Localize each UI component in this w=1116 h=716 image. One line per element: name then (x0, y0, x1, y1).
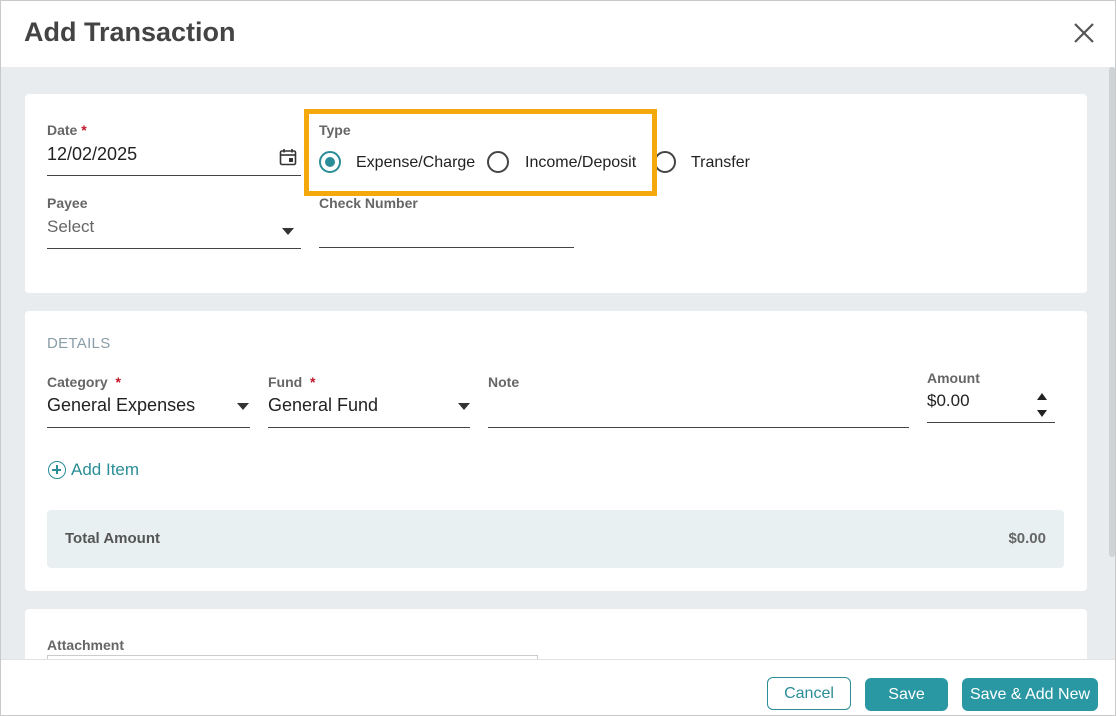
attachment-label: Attachment (47, 637, 125, 653)
type-label: Type (319, 122, 351, 138)
radio-expense-charge[interactable] (319, 151, 341, 173)
number-spinner-icon[interactable] (1035, 391, 1049, 421)
cancel-button[interactable]: Cancel (767, 677, 851, 710)
payee-label: Payee (47, 195, 88, 211)
save-and-add-new-button[interactable]: Save & Add New (962, 678, 1098, 711)
fund-underline (268, 427, 470, 428)
check-number-label: Check Number (319, 195, 418, 211)
scrollbar[interactable] (1109, 67, 1115, 557)
check-number-input[interactable] (319, 217, 574, 243)
transaction-info-card (25, 94, 1087, 293)
required-mark: * (115, 374, 121, 390)
required-mark: * (81, 122, 87, 138)
save-button[interactable]: Save (865, 678, 948, 711)
dialog-title: Add Transaction (24, 17, 236, 47)
dialog-header: Add Transaction (1, 1, 1115, 67)
date-underline (47, 175, 301, 176)
category-label: Category * (47, 374, 121, 390)
total-amount-label: Total Amount (65, 530, 160, 547)
note-underline (488, 427, 909, 428)
total-amount-value: $0.00 (1008, 530, 1046, 547)
fund-label-text: Fund (268, 374, 303, 390)
calendar-icon[interactable] (279, 148, 297, 166)
amount-label: Amount (927, 370, 980, 386)
payee-select[interactable]: Select (47, 217, 94, 237)
note-input[interactable] (488, 395, 909, 421)
category-label-text: Category (47, 374, 108, 390)
date-label: Date * (47, 122, 87, 138)
plus-circle-icon (48, 461, 66, 479)
total-amount-bar: Total Amount $0.00 (47, 510, 1064, 568)
category-select[interactable]: General Expenses (47, 395, 195, 416)
add-item-label: Add Item (71, 460, 140, 479)
amount-underline (927, 422, 1055, 423)
date-label-text: Date (47, 122, 78, 138)
radio-income-deposit[interactable] (487, 151, 509, 173)
required-mark: * (310, 374, 316, 390)
details-section-title: DETAILS (47, 335, 111, 352)
payee-underline (47, 248, 301, 249)
fund-select[interactable]: General Fund (268, 395, 378, 416)
amount-input[interactable]: $0.00 (927, 391, 970, 411)
date-input[interactable]: 12/02/2025 (47, 144, 137, 165)
chevron-down-icon[interactable] (458, 403, 470, 410)
note-label: Note (488, 374, 520, 390)
add-transaction-dialog: Add Transaction Date * 12/02/2025 Type E… (0, 0, 1116, 716)
chevron-down-icon[interactable] (282, 228, 294, 235)
chevron-down-icon[interactable] (237, 403, 249, 410)
fund-label: Fund * (268, 374, 315, 390)
check-number-underline (319, 247, 574, 248)
close-icon[interactable] (1071, 20, 1097, 46)
category-underline (47, 427, 250, 428)
radio-label-expense-charge[interactable]: Expense/Charge (356, 154, 475, 172)
radio-label-transfer[interactable]: Transfer (691, 154, 750, 172)
radio-transfer[interactable] (654, 151, 676, 173)
radio-label-income-deposit[interactable]: Income/Deposit (525, 154, 636, 172)
